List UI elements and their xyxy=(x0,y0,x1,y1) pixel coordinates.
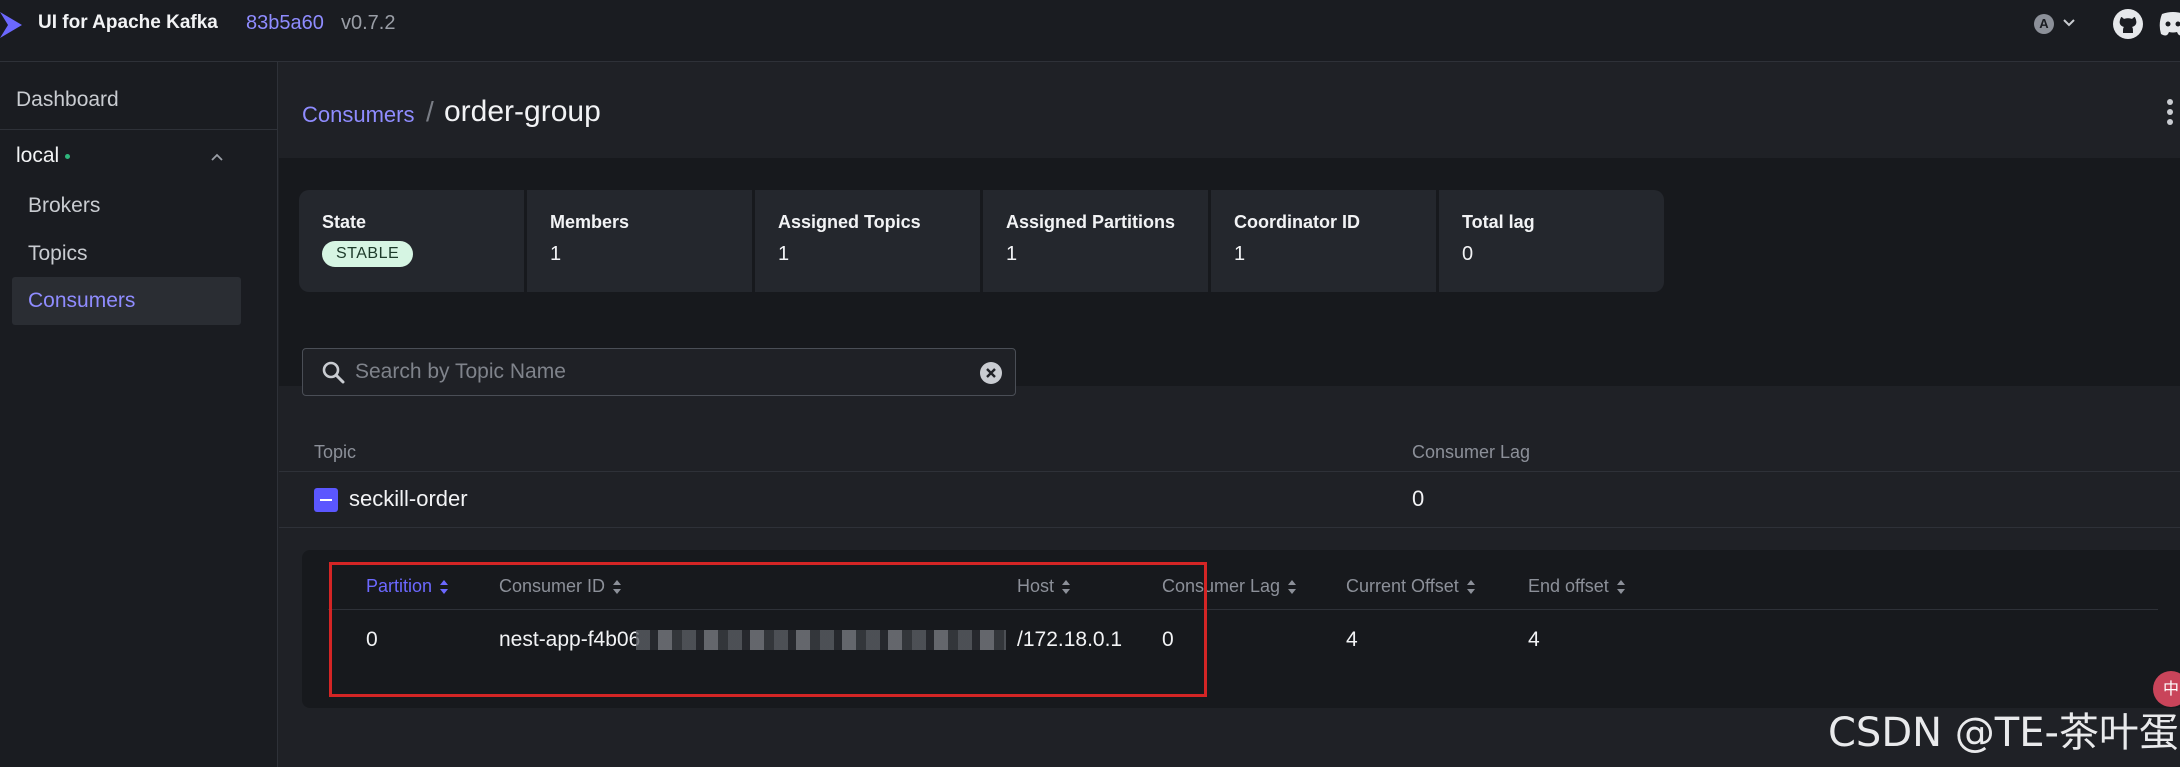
cluster-name: local xyxy=(16,144,60,167)
breadcrumb-separator: / xyxy=(426,96,434,127)
table-row: 0 nest-app-f4b06 /172.18.0.1 0 4 4 xyxy=(328,610,2158,670)
page-title: order-group xyxy=(444,95,601,128)
stat-label: Members xyxy=(550,212,630,232)
cluster-status-dot xyxy=(65,153,71,159)
topics-table-header: Topic Consumer Lag xyxy=(279,436,2180,472)
more-options-icon[interactable] xyxy=(2166,98,2174,126)
consumer-lag-value: 0 xyxy=(1162,628,1174,651)
stat-coordinator-id: Coordinator ID 1 xyxy=(1211,190,1436,292)
version-label: v0.7.2 xyxy=(341,12,396,34)
column-header-current-offset[interactable]: Current Offset xyxy=(1346,576,1477,597)
sort-icon xyxy=(440,580,449,595)
sidebar-cluster-local[interactable]: local xyxy=(16,144,71,168)
column-label: Host xyxy=(1017,576,1055,596)
sort-icon xyxy=(1466,580,1475,595)
sort-icon xyxy=(1616,580,1625,595)
clear-search-icon[interactable] xyxy=(979,361,1003,385)
theme-auto-icon: A xyxy=(2034,14,2054,34)
partitions-table-header: Partition Consumer ID Host Consumer Lag … xyxy=(328,576,2158,610)
column-label: Partition xyxy=(366,576,433,596)
column-header-host[interactable]: Host xyxy=(1017,576,1072,597)
stat-state: State STABLE xyxy=(299,190,524,292)
stat-value: 1 xyxy=(1234,243,1246,265)
column-header-consumer-lag[interactable]: Consumer Lag xyxy=(1162,576,1298,597)
redacted-consumer-id xyxy=(636,630,1007,651)
commit-link[interactable]: 83b5a60 xyxy=(246,12,324,35)
stats-row: State STABLE Members 1 Assigned Topics 1… xyxy=(299,190,1664,292)
stat-assigned-topics: Assigned Topics 1 xyxy=(755,190,980,292)
collapse-row-icon[interactable] xyxy=(314,488,338,512)
chevron-up-icon[interactable] xyxy=(206,146,228,168)
partition-value: 0 xyxy=(366,628,378,651)
stat-label: State xyxy=(322,212,367,232)
end-offset-value: 4 xyxy=(1528,628,1540,651)
stat-label: Total lag xyxy=(1462,212,1535,232)
column-label: Consumer ID xyxy=(499,576,606,596)
status-badge: STABLE xyxy=(322,241,414,267)
app-title[interactable]: UI for Apache Kafka xyxy=(38,12,218,34)
search-input[interactable] xyxy=(355,357,955,387)
column-label: End offset xyxy=(1528,576,1609,596)
topic-search-box xyxy=(302,348,1016,396)
main-content: Consumers / order-group State STABLE Mem… xyxy=(279,62,2180,767)
github-icon[interactable] xyxy=(2112,8,2144,40)
stat-value: 1 xyxy=(778,243,790,265)
stat-value: 0 xyxy=(1462,243,1474,265)
table-row[interactable]: seckill-order 0 xyxy=(279,472,2180,528)
sidebar-item-consumers[interactable]: Consumers xyxy=(12,277,241,325)
stat-label: Assigned Partitions xyxy=(1006,212,1176,232)
host-value: /172.18.0.1 xyxy=(1017,628,1123,651)
sort-icon xyxy=(613,580,622,595)
sort-icon xyxy=(1062,580,1071,595)
sidebar-divider xyxy=(0,129,278,130)
column-label: Consumer Lag xyxy=(1162,576,1281,596)
top-navbar: UI for Apache Kafka 83b5a60 v0.7.2 A xyxy=(0,0,2180,62)
watermark: CSDN @TE-茶叶蛋 xyxy=(1828,710,2179,756)
column-header-topic: Topic xyxy=(314,442,357,462)
sidebar-item-dashboard[interactable]: Dashboard xyxy=(16,88,119,112)
current-offset-value: 4 xyxy=(1346,628,1358,651)
stat-assigned-partitions: Assigned Partitions 1 xyxy=(983,190,1208,292)
consumer-id-value: nest-app-f4b06 xyxy=(499,628,1007,652)
search-icon xyxy=(322,361,345,384)
breadcrumb-consumers-link[interactable]: Consumers xyxy=(302,102,414,128)
stat-value: 1 xyxy=(1006,243,1018,265)
column-header-partition[interactable]: Partition xyxy=(366,576,450,597)
stat-value: 1 xyxy=(550,243,562,265)
sort-icon xyxy=(1288,580,1297,595)
discord-icon[interactable] xyxy=(2158,10,2180,38)
kafka-logo-icon[interactable] xyxy=(0,10,28,40)
partitions-panel: Partition Consumer ID Host Consumer Lag … xyxy=(302,550,2180,708)
page-header: Consumers / order-group xyxy=(279,62,2180,158)
column-header-end-offset[interactable]: End offset xyxy=(1528,576,1627,597)
stat-members: Members 1 xyxy=(527,190,752,292)
sidebar-item-brokers[interactable]: Brokers xyxy=(28,194,100,218)
topic-consumer-lag: 0 xyxy=(1412,486,1425,511)
stat-label: Coordinator ID xyxy=(1234,212,1360,232)
chevron-down-icon xyxy=(2063,19,2075,27)
theme-switcher[interactable]: A xyxy=(2034,12,2082,36)
stat-label: Assigned Topics xyxy=(778,212,921,232)
stat-total-lag: Total lag 0 xyxy=(1439,190,1664,292)
column-label: Current Offset xyxy=(1346,576,1459,596)
sidebar-item-topics[interactable]: Topics xyxy=(28,242,88,266)
consumer-id-text: nest-app-f4b06 xyxy=(499,628,641,651)
topic-name[interactable]: seckill-order xyxy=(349,486,468,512)
column-header-consumer-id[interactable]: Consumer ID xyxy=(499,576,623,597)
sidebar: Dashboard local Brokers Topics Consumers xyxy=(0,62,278,767)
column-header-consumer-lag: Consumer Lag xyxy=(1412,442,1531,462)
